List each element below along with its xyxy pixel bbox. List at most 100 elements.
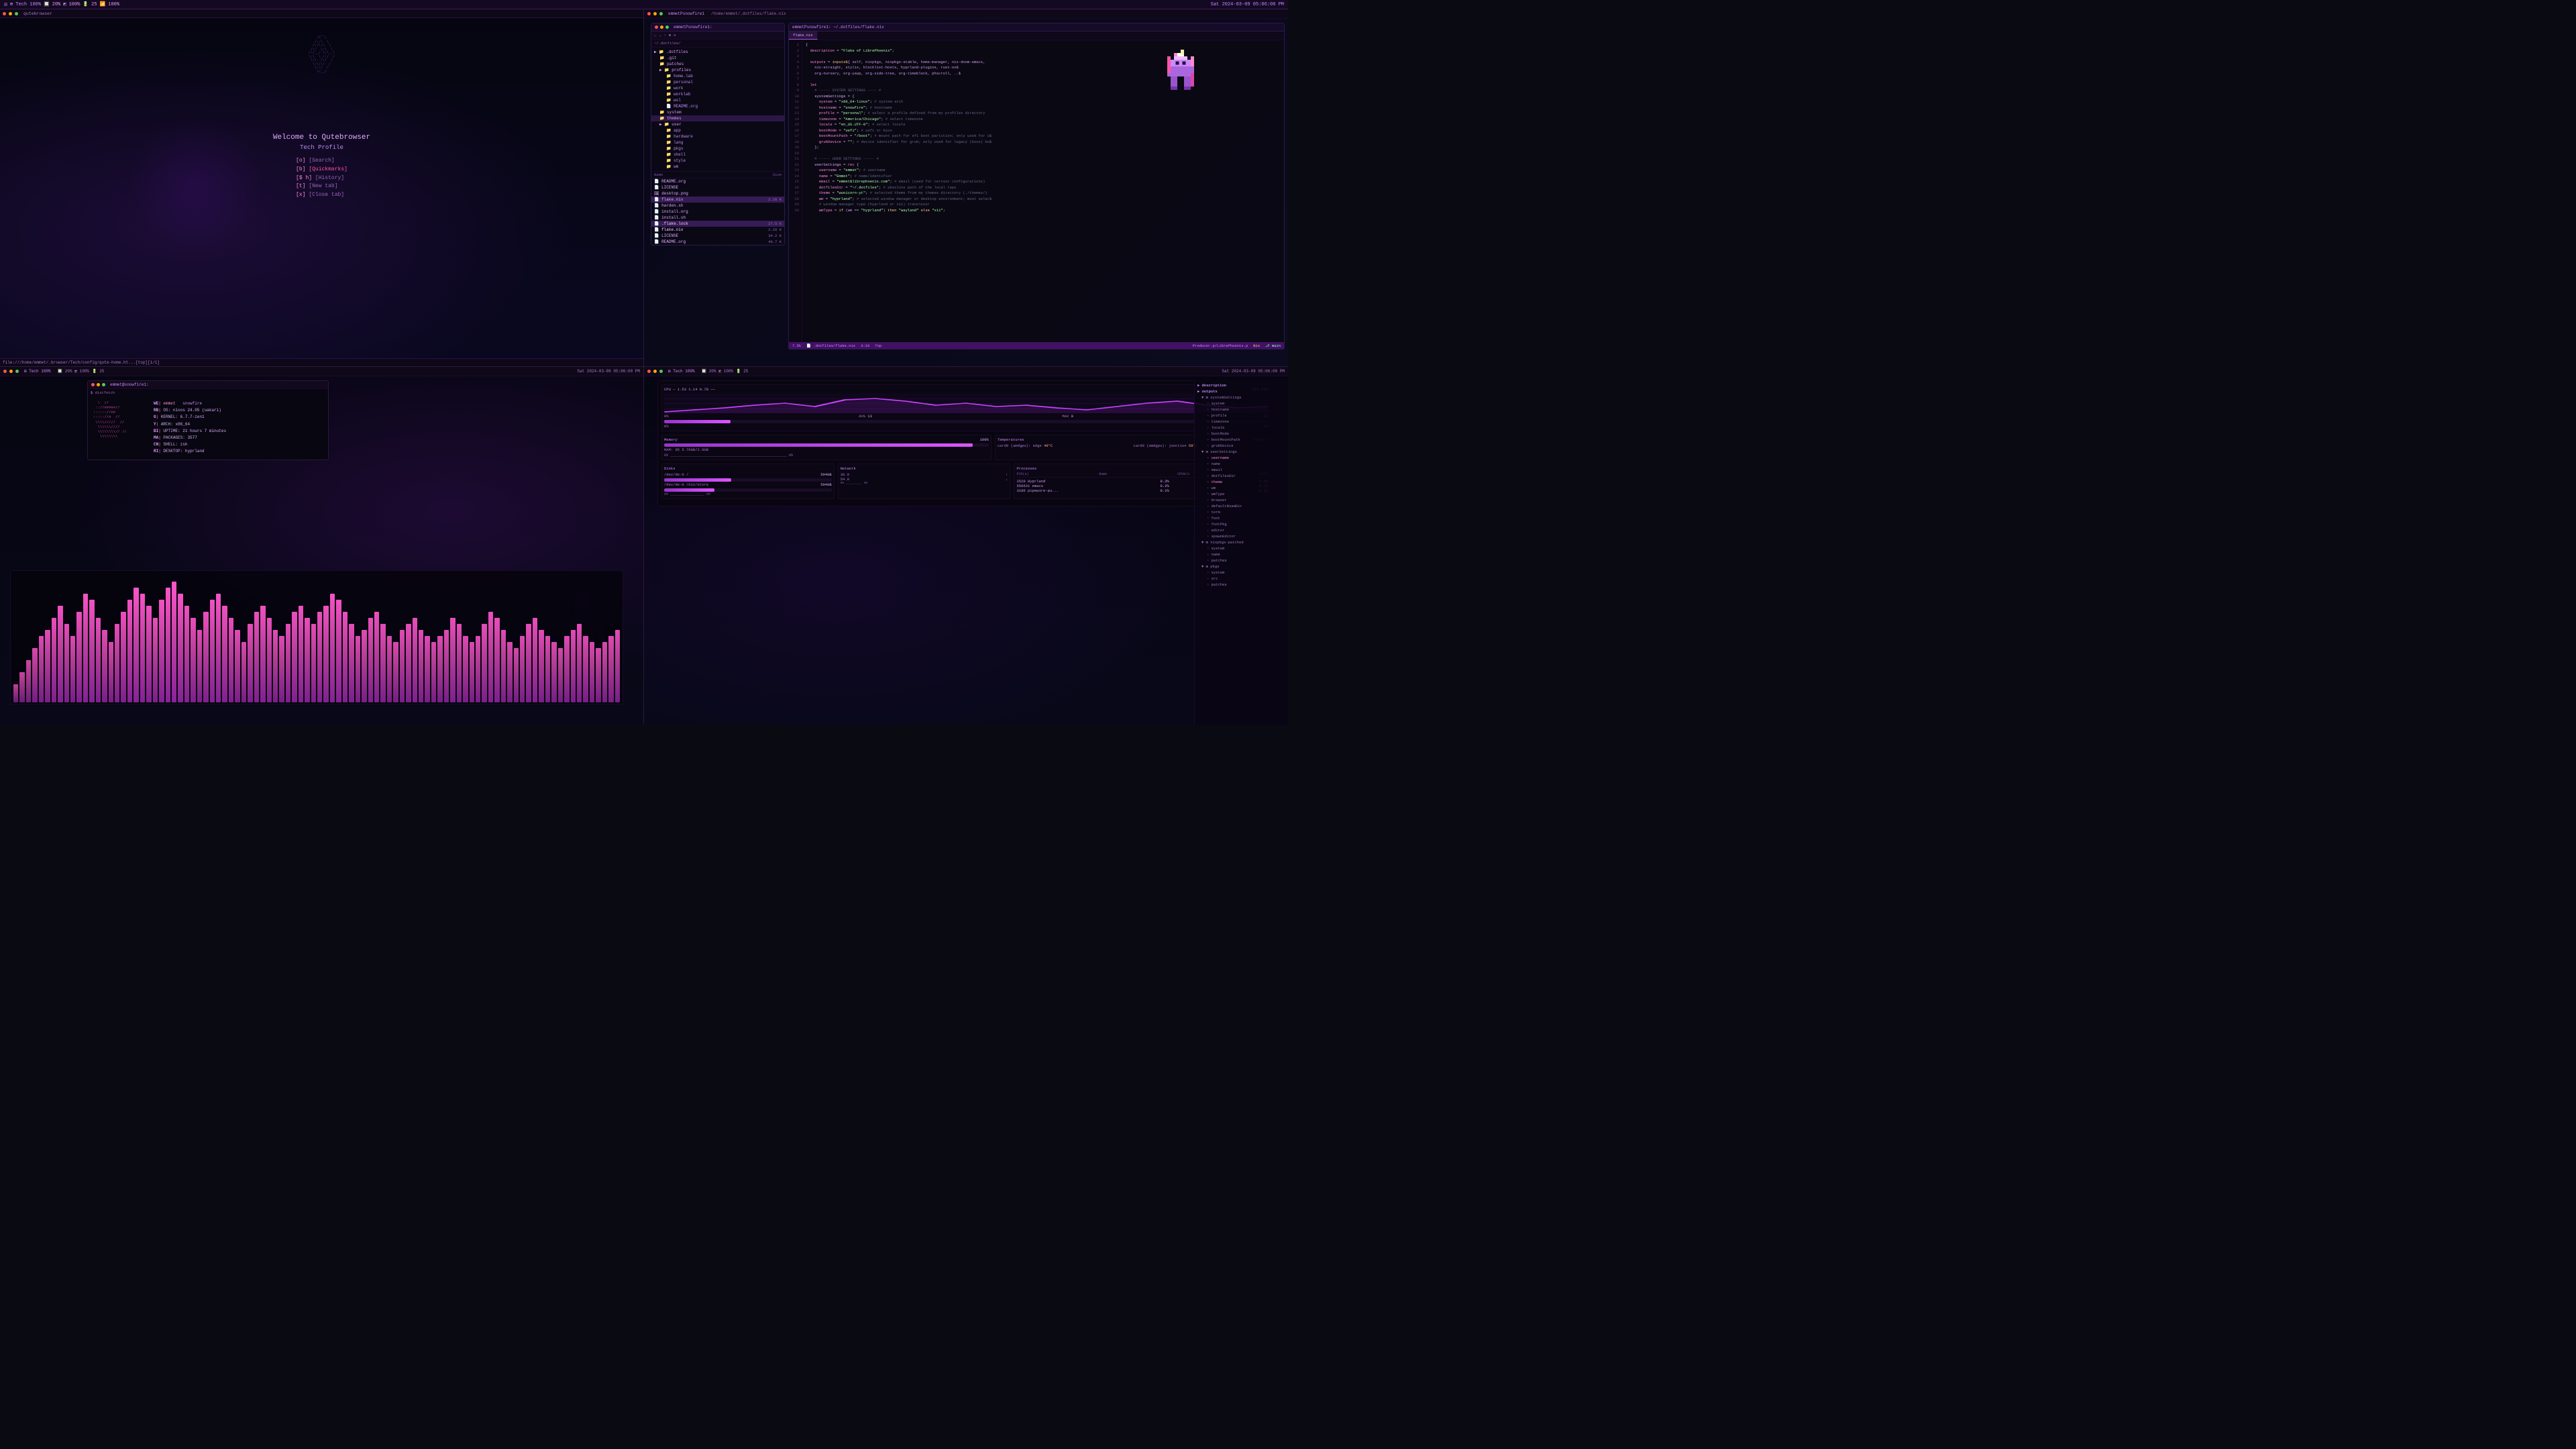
- rt-username[interactable]: ◦ username: [1195, 455, 1288, 461]
- fm-tree-work[interactable]: 📁 work: [651, 85, 784, 91]
- rt-email[interactable]: ◦ email: [1195, 467, 1288, 473]
- q4-dot-y[interactable]: [653, 370, 657, 373]
- rt-wm[interactable]: ◦ wm: [1195, 485, 1288, 491]
- fm-file-harden[interactable]: 📄 harden.sh: [651, 203, 784, 209]
- rt-grubdevice[interactable]: ◦ grubDevice: [1195, 443, 1288, 449]
- ce-titlebar: emmetPsnowfire1: ~/.dotfiles/flake.nix: [789, 23, 1284, 32]
- rt-fontpkg[interactable]: ◦ fontPkg: [1195, 521, 1288, 527]
- rt-outputs[interactable]: ▶ outputs: [1195, 388, 1288, 394]
- fm-file-flakenix[interactable]: 📄 flake.nix2.26 K: [651, 197, 784, 203]
- code-editor[interactable]: emmetPsnowfire1: ~/.dotfiles/flake.nix f…: [788, 23, 1285, 350]
- rt-nixpkgs-patched[interactable]: ▼ ⊞ nixpkgs-patched: [1195, 539, 1288, 545]
- rt-usersettings[interactable]: ▼ ⊞ userSettings: [1195, 449, 1288, 455]
- q2-dot-y[interactable]: [653, 12, 657, 15]
- fm-tree-user[interactable]: ▶ 📁 user: [651, 121, 784, 127]
- sysmon-cpu-bar-fill: [664, 420, 731, 423]
- rt-np-name[interactable]: ◦ name: [1195, 551, 1288, 557]
- fm-tree-dotfiles[interactable]: ▶ 📁 .dotfiles: [651, 49, 784, 55]
- rt-bootmountpath[interactable]: ◦ bootMountPath: [1195, 437, 1288, 443]
- rt-system[interactable]: ◦ system: [1195, 400, 1288, 407]
- q1-dot-g[interactable]: [15, 12, 18, 15]
- fm-file-desktop[interactable]: 🖼 desktop.png: [651, 191, 784, 197]
- fm-tree-system[interactable]: 📁 system: [651, 109, 784, 115]
- fm-file-installorg[interactable]: 📄 install.org: [651, 209, 784, 215]
- fm-file-license[interactable]: 📄 LICENSE: [651, 184, 784, 191]
- fm-up-btn[interactable]: ↑: [664, 33, 666, 38]
- fm-fwd-btn[interactable]: →: [659, 33, 661, 38]
- fm-tree-git[interactable]: 📁 .git: [651, 55, 784, 61]
- file-manager[interactable]: emmetPsnowfire1: ← → ↑ ⊞ ≡ ~/.dotfiles/ …: [651, 23, 785, 246]
- fm-tree-shell[interactable]: 📁 shell: [651, 152, 784, 158]
- rt-systemsettings[interactable]: ▼ ⊞ systemSettings: [1195, 394, 1288, 400]
- fm-tree-style[interactable]: 📁 style: [651, 158, 784, 164]
- nf-dot-g[interactable]: [102, 383, 105, 386]
- fm-file-flakelock[interactable]: 📄 .flake.lock27.5 K: [651, 221, 784, 227]
- fm-back-btn[interactable]: ←: [654, 33, 656, 38]
- q1-dot-y[interactable]: [9, 12, 12, 15]
- fm-tree-profiles[interactable]: ▶ 📁 profiles: [651, 67, 784, 73]
- rt-locale[interactable]: ◦ locale: [1195, 425, 1288, 431]
- fm-tree-wsl[interactable]: 📁 wsl: [651, 97, 784, 103]
- ce-code-content[interactable]: { description = "Flake of LibrePhoenix";…: [802, 40, 1284, 347]
- rt-defaultroamdir[interactable]: ◦ defaultRoamDir: [1195, 503, 1288, 509]
- rt-np-patches[interactable]: ◦ patches: [1195, 557, 1288, 564]
- viz-bar: [520, 636, 525, 702]
- viz-bar: [184, 606, 189, 702]
- rt-term[interactable]: ◦ term: [1195, 509, 1288, 515]
- q2-dot-r[interactable]: [647, 12, 651, 15]
- rt-font[interactable]: ◦ font: [1195, 515, 1288, 521]
- fm-dot-g[interactable]: [665, 25, 669, 29]
- rt-name[interactable]: ◦ name: [1195, 461, 1288, 467]
- fm-tree-wm[interactable]: 📁 wm: [651, 164, 784, 170]
- nf-dot-y[interactable]: [97, 383, 100, 386]
- fm-menu-btn[interactable]: ≡: [674, 33, 676, 38]
- rt-profile[interactable]: ◦ profile: [1195, 413, 1288, 419]
- fm-file-installsh[interactable]: 📄 install.sh: [651, 215, 784, 221]
- q4-dot-r[interactable]: [647, 370, 651, 373]
- fm-tree-homelab[interactable]: 📁 home.lab: [651, 73, 784, 79]
- rt-dotfilesdir[interactable]: ◦ dotfilesDir: [1195, 473, 1288, 479]
- rt-wmtype[interactable]: ◦ wmType: [1195, 491, 1288, 497]
- q3-dot-r[interactable]: [3, 370, 7, 373]
- ce-title: emmetPsnowfire1: ~/.dotfiles/flake.nix: [792, 25, 884, 30]
- fm-tree-personal[interactable]: 📁 personal: [651, 79, 784, 85]
- rt-pkgs[interactable]: ▼ ⊞ pkgs: [1195, 564, 1288, 570]
- rt-bootmode[interactable]: ◦ bootMode: [1195, 431, 1288, 437]
- fm-tree-app[interactable]: 📁 app: [651, 127, 784, 133]
- rt-spawneditor[interactable]: ◦ spawnEditor: [1195, 533, 1288, 539]
- q3-dot-y[interactable]: [9, 370, 13, 373]
- rt-np-system[interactable]: ◦ system: [1195, 545, 1288, 551]
- fm-tree-patches[interactable]: 📁 patches: [651, 61, 784, 67]
- fm-dot-y[interactable]: [660, 25, 663, 29]
- q1-statusbar: file:///home/emmet/.browser/Tech/config/…: [0, 358, 643, 366]
- fm-file-readmeorg2[interactable]: 📄 README.org40.7 K: [651, 239, 784, 245]
- fm-tree-lang[interactable]: 📁 lang: [651, 140, 784, 146]
- nf-dot-r[interactable]: [91, 383, 95, 386]
- fm-tree-themes[interactable]: 📁 themes: [651, 115, 784, 121]
- q1-dot-r[interactable]: [3, 12, 6, 15]
- rt-pkgs-patches[interactable]: ◦ patches: [1195, 582, 1288, 588]
- rt-hostname[interactable]: ◦ hostname: [1195, 407, 1288, 413]
- sysmon-disk-panel: Disks /dev/de-0 /504GB /dev/de-0 /nix/st…: [661, 464, 835, 499]
- fm-tree-hardware[interactable]: 📁 hardware: [651, 133, 784, 140]
- fm-file-license2[interactable]: 📄 LICENSE34.2 K: [651, 233, 784, 239]
- rt-theme[interactable]: ◦ theme: [1195, 479, 1288, 485]
- fm-toolbar: ← → ↑ ⊞ ≡: [651, 32, 784, 40]
- fm-tree-pkgs[interactable]: 📁 pkgs: [651, 146, 784, 152]
- q4-dot-g[interactable]: [659, 370, 663, 373]
- rt-pkgs-src[interactable]: ◦ src: [1195, 576, 1288, 582]
- rt-description[interactable]: ▶ description: [1195, 382, 1288, 388]
- rt-pkgs-system[interactable]: ◦ system: [1195, 570, 1288, 576]
- q2-dot-g[interactable]: [659, 12, 663, 15]
- fm-tree-worklab[interactable]: 📁 worklab: [651, 91, 784, 97]
- fm-home-btn[interactable]: ⊞: [669, 33, 671, 38]
- fm-dot-r[interactable]: [655, 25, 658, 29]
- rt-browser[interactable]: ◦ browser: [1195, 497, 1288, 503]
- ce-tab-flakenix[interactable]: flake.nix: [789, 32, 818, 40]
- fm-file-flakenix2[interactable]: 📄 flake.nix2.26 K: [651, 227, 784, 233]
- rt-editor[interactable]: ◦ editor: [1195, 527, 1288, 533]
- fm-file-readmeorg[interactable]: 📄 README.org: [651, 178, 784, 184]
- q3-dot-g[interactable]: [15, 370, 19, 373]
- fm-tree-readmeorg[interactable]: 📄 README.org: [651, 103, 784, 109]
- rt-timezone[interactable]: ◦ timezone: [1195, 419, 1288, 425]
